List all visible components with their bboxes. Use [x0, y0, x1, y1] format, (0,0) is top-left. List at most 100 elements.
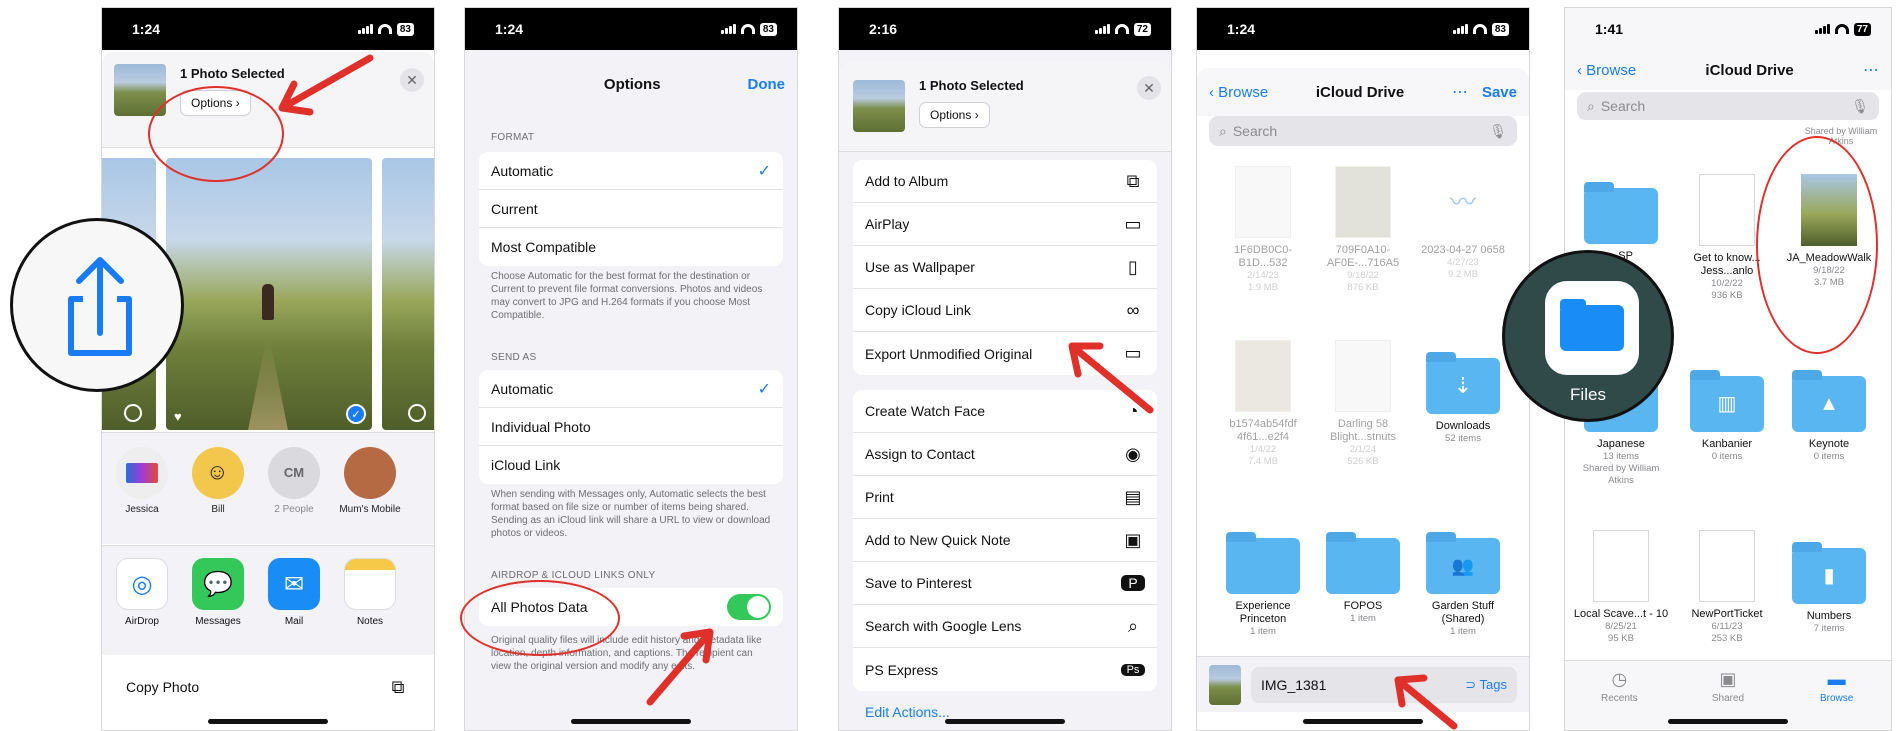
close-button[interactable]: ✕	[1137, 76, 1161, 100]
shared-folder-icon: 👥	[1426, 532, 1500, 594]
action-ps-express[interactable]: PS Express Ps	[853, 648, 1157, 691]
tags-button[interactable]: ⊃ Tags	[1465, 677, 1507, 693]
format-header: FORMAT	[491, 132, 535, 143]
wifi-icon	[377, 24, 392, 34]
battery-icon: 77	[1853, 22, 1871, 36]
tutorial-collage: 1:24 83 1 Photo Selected Options › ✕ ♥ ✓…	[0, 0, 1898, 731]
contact-avatar: CM	[268, 447, 320, 499]
document-thumbnail	[1699, 530, 1755, 602]
file-item[interactable]: 1F6DB0C0-B1D...532 2/14/23 1.9 MB	[1215, 166, 1311, 294]
notes-icon	[344, 558, 396, 610]
tab-browse[interactable]: ▬ Browse	[1797, 669, 1877, 730]
document-thumbnail	[1593, 530, 1649, 602]
pinterest-icon: P	[1121, 575, 1145, 591]
save-filename-bar: IMG_1381 ⊃ Tags	[1197, 656, 1529, 712]
folder-item[interactable]: Experience Princeton 1 item	[1215, 532, 1311, 638]
heart-icon[interactable]: ♥	[174, 409, 182, 424]
format-current[interactable]: Current	[479, 190, 783, 228]
folder-icon	[1326, 532, 1400, 594]
action-airplay[interactable]: AirPlay ▭	[853, 203, 1157, 246]
action-copy-icloud-link[interactable]: Copy iCloud Link ∞	[853, 289, 1157, 332]
files-navbar: ‹ Browse iCloud Drive ⋯ Save	[1197, 68, 1529, 116]
sendas-note: When sending with Messages only, Automat…	[491, 489, 771, 539]
done-button[interactable]: Done	[747, 76, 785, 93]
file-item[interactable]: 709F0A10-AF0E-...716A5 9/18/22 876 KB	[1315, 166, 1411, 294]
home-indicator	[208, 719, 328, 724]
photo-next[interactable]	[382, 158, 434, 430]
search-bar[interactable]: ⌕ Search 🎙	[1577, 92, 1879, 120]
file-item[interactable]: Darling 58 Blight...stnuts 2/1/24 526 KB	[1315, 340, 1411, 468]
phone-icon: ▯	[1128, 256, 1138, 277]
copy-icon: ⧉	[391, 676, 405, 697]
contact-group[interactable]: CM 2 People	[262, 447, 326, 515]
all-photos-data-highlight	[460, 580, 620, 656]
status-time: 1:41	[1595, 21, 1624, 37]
app-airdrop[interactable]: ◎ AirDrop	[110, 558, 174, 627]
copy-photo-action[interactable]: Copy Photo ⧉	[114, 668, 422, 706]
action-use-as-wallpaper[interactable]: Use as Wallpaper ▯	[853, 246, 1157, 289]
signal-icon	[1452, 24, 1468, 34]
folder-item[interactable]: ▲ Keynote 0 items	[1781, 370, 1877, 463]
file-item[interactable]: b1574ab54fdf 4f61...e2f4 1/4/22 7.4 MB	[1215, 340, 1311, 468]
app-messages[interactable]: 💬 Messages	[186, 558, 250, 627]
sendas-automatic[interactable]: Automatic ✓	[479, 370, 783, 408]
app-mail[interactable]: ✉ Mail	[262, 558, 326, 627]
folder-item[interactable]: ▥ Kanbanier 0 items	[1679, 370, 1775, 463]
format-automatic[interactable]: Automatic ✓	[479, 152, 783, 190]
browse-back-button[interactable]: ‹ Browse	[1577, 62, 1636, 79]
folder-icon: ▬	[1827, 669, 1846, 689]
close-button[interactable]: ✕	[400, 68, 424, 92]
format-most-compatible[interactable]: Most Compatible	[479, 228, 783, 266]
numbers-folder-icon: ▮	[1792, 542, 1866, 604]
action-add-quick-note[interactable]: Add to New Quick Note ▣	[853, 519, 1157, 562]
sendas-individual[interactable]: Individual Photo	[479, 408, 783, 446]
sendas-icloud-link[interactable]: iCloud Link	[479, 446, 783, 484]
page-title: iCloud Drive	[1705, 61, 1794, 79]
file-item[interactable]: Local Scave...t - 10 8/25/21 95 KB	[1573, 530, 1669, 645]
action-add-to-album[interactable]: Add to Album ⧉	[853, 160, 1157, 203]
contact-jessica[interactable]: Jessica	[110, 447, 174, 515]
folder-item[interactable]: FOPOS 1 item	[1315, 532, 1411, 625]
browse-back-button[interactable]: ‹ Browse	[1209, 84, 1268, 101]
signal-icon	[357, 24, 373, 34]
edit-actions-link[interactable]: Edit Actions...	[865, 704, 950, 720]
search-bar[interactable]: ⌕ Search 🎙	[1209, 116, 1517, 146]
folder-item[interactable]: 👥 Garden Stuff (Shared) 1 item	[1415, 532, 1511, 638]
note-icon: ▣	[1124, 529, 1142, 550]
tab-recents[interactable]: ◷ Recents	[1579, 669, 1659, 730]
sendas-group: Automatic ✓ Individual Photo iCloud Link	[479, 370, 783, 484]
search-placeholder: Search	[1232, 123, 1278, 139]
wifi-icon	[1472, 24, 1487, 34]
battery-icon: 83	[396, 22, 414, 36]
search-icon: ⌕	[1219, 122, 1227, 139]
photo-selected[interactable]: ♥ ✓	[166, 158, 372, 430]
mic-icon: 🎙	[1489, 122, 1507, 139]
document-thumbnail	[1699, 174, 1755, 246]
search-icon: ⌕	[1587, 97, 1595, 114]
action-google-lens[interactable]: Search with Google Lens ⌕	[853, 605, 1157, 648]
page-title: iCloud Drive	[1315, 83, 1405, 101]
folder-item[interactable]: ▮ Numbers 7 items	[1781, 542, 1877, 635]
folder-item[interactable]: ⇣ Downloads 52 items	[1415, 352, 1511, 445]
search-icon: ⌕	[1127, 615, 1139, 636]
files-app-callout: Files	[1502, 250, 1674, 422]
action-assign-to-contact[interactable]: Assign to Contact ◉	[853, 433, 1157, 476]
wifi-icon	[740, 24, 755, 34]
save-button[interactable]: Save	[1482, 84, 1517, 101]
contact-mum[interactable]: Mum's Mobile	[338, 447, 402, 515]
app-notes[interactable]: Notes	[338, 558, 402, 627]
file-item[interactable]: NewPortTicket 6/11/23 253 KB	[1679, 530, 1775, 645]
contact-bill[interactable]: ☺ Bill	[186, 447, 250, 515]
sendas-header: SEND AS	[491, 352, 537, 363]
more-icon[interactable]: ⋯	[1863, 60, 1879, 80]
more-icon[interactable]: ⋯	[1452, 82, 1468, 102]
files-app-icon	[1545, 281, 1639, 375]
format-group: Automatic ✓ Current Most Compatible	[479, 152, 783, 266]
all-photos-data-toggle[interactable]	[727, 594, 771, 620]
action-save-to-pinterest[interactable]: Save to Pinterest P	[853, 562, 1157, 605]
document-thumbnail	[1235, 340, 1291, 412]
action-print[interactable]: Print ▤	[853, 476, 1157, 519]
arrow-to-export	[1068, 342, 1154, 414]
options-button[interactable]: Options ›	[919, 102, 990, 128]
file-item[interactable]: 〰 2023-04-27 0658 4/27/23 9.2 MB	[1415, 166, 1511, 281]
